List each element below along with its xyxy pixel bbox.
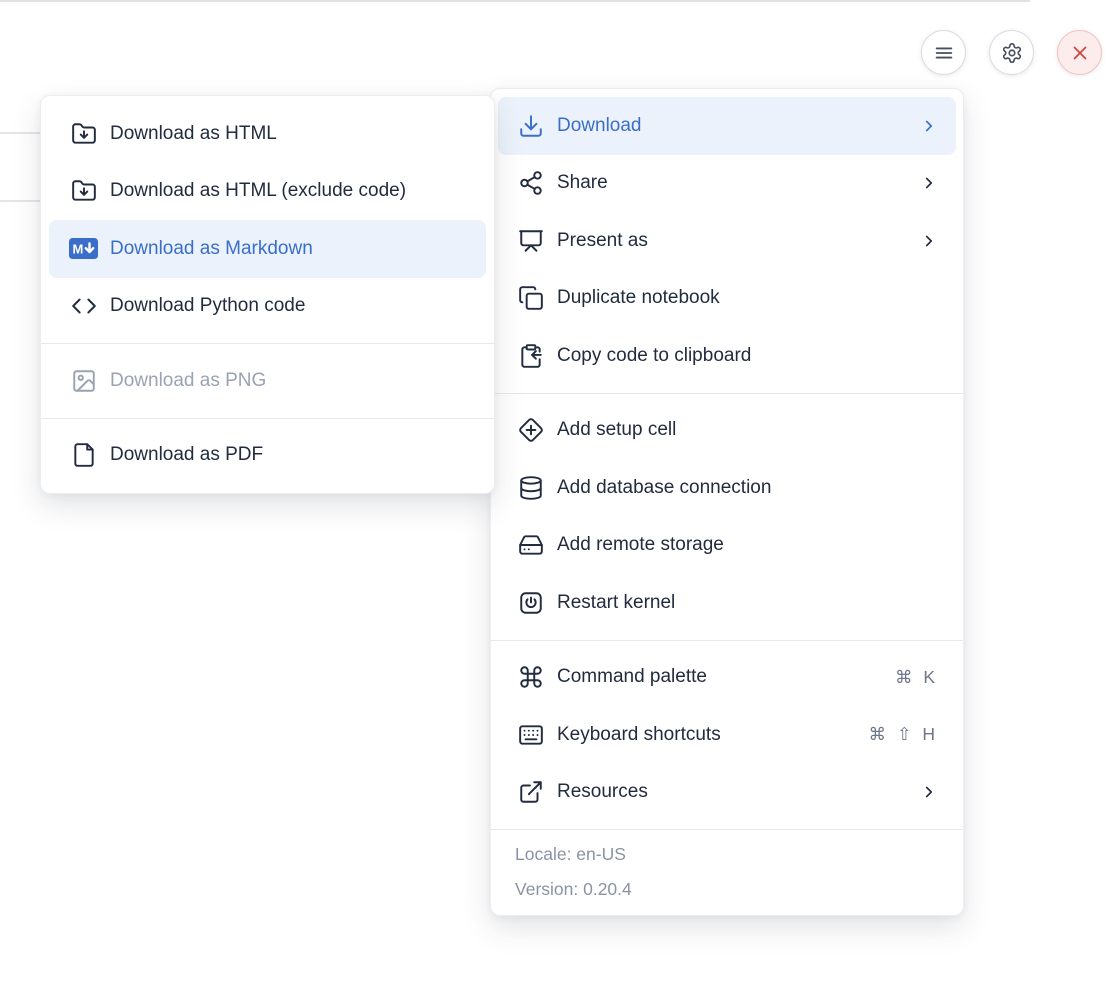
menu-item-resources[interactable]: Resources [498,764,956,822]
menu-item-present-as[interactable]: Present as [498,212,956,270]
keyboard-shortcut-hint: ⌘ K [895,667,938,688]
menu-item-share[interactable]: Share [498,155,956,213]
folder-down-icon [69,178,98,204]
hamburger-icon [933,42,955,64]
chevron-right-icon [920,117,938,135]
chevron-right-icon [920,783,938,801]
presentation-icon [516,228,545,254]
locale-text: Locale: en-US [515,837,939,872]
download-submenu: Download as HTML Download as HTML (exclud… [40,95,495,494]
external-link-icon [516,779,545,805]
menu-item-download-as-png: Download as PNG [49,352,486,410]
svg-text:M: M [73,242,84,257]
menu-group: Download as HTML Download as HTML (exclud… [41,105,494,335]
menu-item-download[interactable]: Download [498,97,956,155]
menu-item-download-python-code[interactable]: Download Python code [49,278,486,336]
menu-item-label: Download [557,115,908,137]
menu-item-download-as-html[interactable]: Download as HTML [49,105,486,163]
menu-item-label: Download as PNG [110,370,466,392]
menu-item-keyboard-shortcuts[interactable]: Keyboard shortcuts ⌘ ⇧ H [498,706,956,764]
background-content-line [0,132,41,134]
menu-item-meta: ⌘ K [895,667,938,688]
download-icon [516,113,545,139]
menu-item-meta [920,783,938,801]
menu-item-label: Download Python code [110,295,466,317]
menu-item-meta [920,232,938,250]
menu-item-add-database-connection[interactable]: Add database connection [498,459,956,517]
close-icon [1069,42,1091,64]
menu-footer: Locale: en-US Version: 0.20.4 [491,829,963,915]
menu-divider [491,393,963,394]
menu-button[interactable] [921,30,966,75]
menu-item-download-as-pdf[interactable]: Download as PDF [49,427,486,485]
menu-item-label: Resources [557,781,908,803]
menu-item-copy-code-to-clipboard[interactable]: Copy code to clipboard [498,327,956,385]
menu-item-add-remote-storage[interactable]: Add remote storage [498,517,956,575]
clipboard-copy-icon [516,343,545,369]
keyboard-icon [516,722,545,748]
menu-group: Command palette ⌘ K Keyboard shortcuts ⌘ ⇧ … [491,649,963,822]
gear-icon [1001,42,1023,64]
menu-item-meta [920,174,938,192]
background-content-line [0,200,41,202]
menu-group: Add setup cell Add database connection Add… [491,402,963,632]
menu-item-label: Share [557,172,908,194]
menu-item-label: Download as HTML (exclude code) [110,180,466,202]
folder-down-icon [69,121,98,147]
diamond-plus-icon [516,417,545,443]
menu-item-command-palette[interactable]: Command palette ⌘ K [498,649,956,707]
settings-button[interactable] [989,30,1034,75]
database-icon [516,475,545,501]
notebook-actions-toolbar [921,30,1102,75]
close-button[interactable] [1057,30,1102,75]
menu-item-label: Add setup cell [557,419,938,441]
menu-item-meta: ⌘ ⇧ H [868,724,938,745]
keyboard-shortcut-hint: ⌘ ⇧ H [868,724,938,745]
menu-item-label: Duplicate notebook [557,287,938,309]
share-icon [516,170,545,196]
power-icon [516,590,545,616]
menu-item-label: Copy code to clipboard [557,345,938,367]
file-icon [69,442,98,468]
menu-item-label: Download as Markdown [110,238,466,260]
header-divider [0,0,1030,2]
menu-group: Download as PDF [41,427,494,485]
menu-item-label: Keyboard shortcuts [557,724,856,746]
menu-item-add-setup-cell[interactable]: Add setup cell [498,402,956,460]
menu-divider [491,640,963,641]
version-text: Version: 0.20.4 [515,872,939,907]
copy-icon [516,285,545,311]
markdown-icon: M [69,238,98,259]
menu-item-label: Download as HTML [110,123,466,145]
code-icon [69,293,98,319]
menu-item-label: Present as [557,230,908,252]
menu-group: Download Share Present as Duplicate noteboo… [491,97,963,385]
menu-divider [41,343,494,344]
menu-group: Download as PNG [41,352,494,410]
menu-item-label: Download as PDF [110,444,466,466]
hard-drive-icon [516,532,545,558]
menu-item-meta [920,117,938,135]
menu-item-download-as-html-exclude-code[interactable]: Download as HTML (exclude code) [49,163,486,221]
menu-item-label: Restart kernel [557,592,938,614]
command-icon [516,664,545,690]
menu-item-label: Add remote storage [557,534,938,556]
chevron-right-icon [920,232,938,250]
menu-item-duplicate-notebook[interactable]: Duplicate notebook [498,270,956,328]
menu-divider [41,418,494,419]
app-background: Download as HTML Download as HTML (exclud… [0,0,1118,984]
menu-item-label: Command palette [557,666,883,688]
image-icon [69,368,98,394]
chevron-right-icon [920,174,938,192]
notebook-menu: Download Share Present as Duplicate noteboo… [490,88,964,916]
menu-item-restart-kernel[interactable]: Restart kernel [498,574,956,632]
menu-item-download-as-markdown[interactable]: M Download as Markdown [49,220,486,278]
menu-item-label: Add database connection [557,477,938,499]
